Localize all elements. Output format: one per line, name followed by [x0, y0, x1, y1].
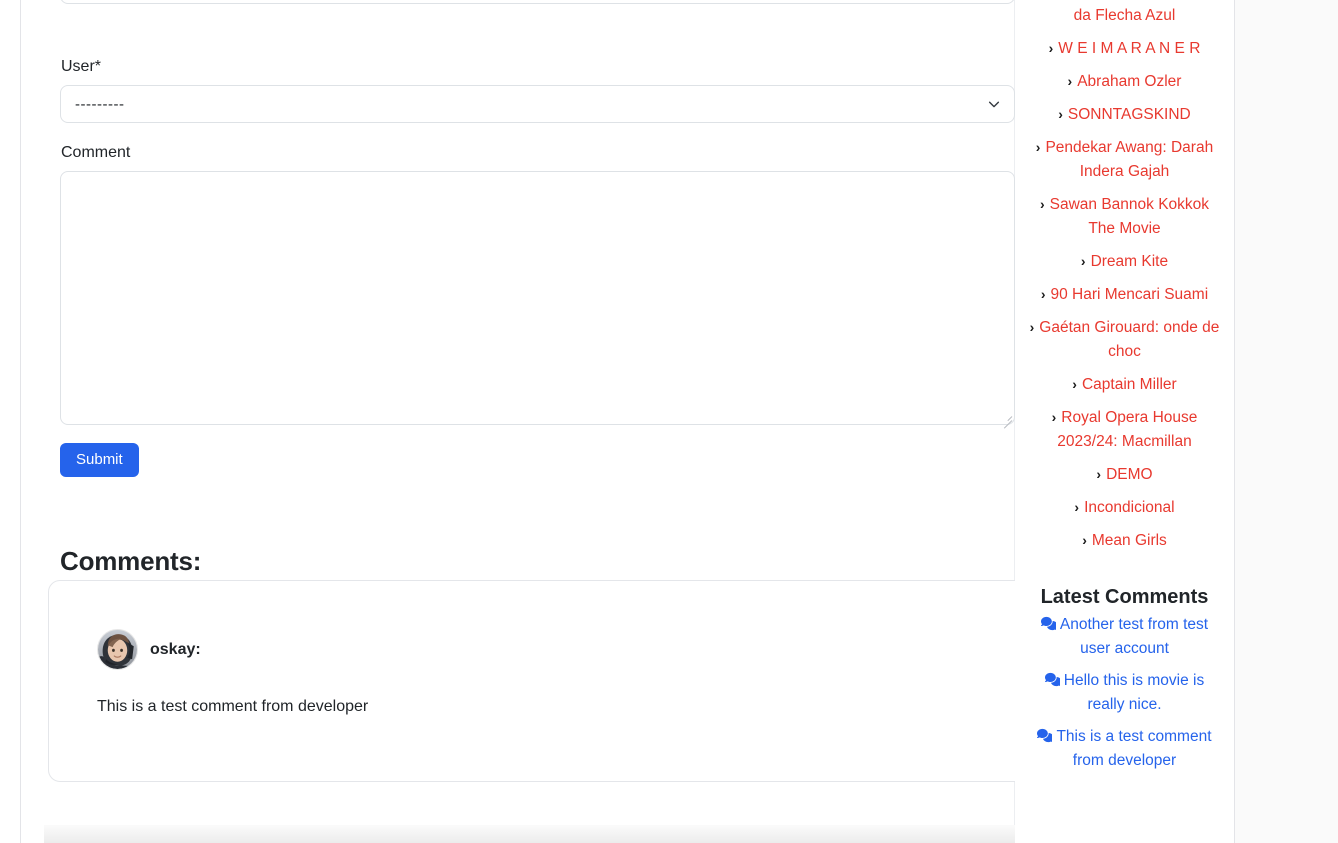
latest-comments-heading: Latest Comments — [1040, 586, 1209, 608]
sidebar: da Flecha Azul › W E I M A R A N E R › Abrah… — [1015, 0, 1234, 843]
chevron-right-icon: › — [1072, 376, 1077, 392]
chevron-right-icon: › — [1058, 106, 1063, 122]
sidebar-nav-link-label: da Flecha Azul — [1073, 7, 1176, 24]
sidebar-nav-item: › Incondicional — [1029, 491, 1220, 524]
sidebar-nav-link[interactable]: › Incondicional — [1029, 491, 1220, 524]
sidebar-nav-link[interactable]: › Captain Miller — [1029, 368, 1220, 401]
comment-field-label: Comment — [61, 144, 131, 161]
latest-comment-link[interactable]: Another test from test user account — [1029, 609, 1220, 665]
latest-comment-label: Hello this is movie is really nice. — [1063, 672, 1205, 713]
sidebar-nav-link[interactable]: da Flecha Azul — [1029, 0, 1220, 32]
sidebar-nav-item: › Abraham Ozler — [1029, 65, 1220, 98]
sidebar-nav-link-label: Captain Miller — [1081, 376, 1177, 393]
sidebar-nav-item: › Captain Miller — [1029, 368, 1220, 401]
sidebar-nav-item: › Mean Girls — [1029, 524, 1220, 557]
sidebar-nav-link-label: W E I M A R A N E R — [1058, 40, 1201, 57]
sidebar-nav-link[interactable]: › Abraham Ozler — [1029, 65, 1220, 98]
sidebar-nav-link-label: Abraham Ozler — [1077, 73, 1182, 90]
chevron-right-icon: › — [1040, 286, 1046, 302]
page-footer-bar — [44, 825, 1037, 843]
sidebar-nav-link-label: Mean Girls — [1091, 532, 1167, 549]
comment-author-name: oskay: — [150, 640, 201, 658]
latest-comment-item: Another test from test user account — [1029, 609, 1220, 665]
chevron-right-icon: › — [1029, 319, 1035, 335]
user-select-wrapper[interactable]: --------- — [60, 85, 1015, 123]
sidebar-nav-item: da Flecha Azul — [1029, 0, 1220, 32]
comment-textarea[interactable] — [60, 171, 1015, 425]
sidebar-nav-link-label: Incondicional — [1084, 499, 1175, 516]
page-gutter-left — [0, 0, 21, 843]
comments-heading: Comments: — [60, 545, 202, 576]
sidebar-nav-link-label: Royal Opera House 2023/24: Macmillan — [1057, 409, 1198, 450]
sidebar-nav-link[interactable]: › Dream Kite — [1029, 245, 1220, 278]
comment-author-row: oskay: — [97, 629, 201, 670]
user-field-label: User* — [61, 58, 102, 75]
sidebar-nav-link[interactable]: › Sawan Bannok Kokkok The Movie — [1029, 188, 1220, 245]
latest-comment-item: This is a test comment from developer — [1029, 721, 1220, 777]
comments-icon — [1044, 672, 1060, 687]
sidebar-nav-link-label: Pendekar Awang: Darah Indera Gajah — [1045, 139, 1214, 180]
sidebar-nav-link-label: 90 Hari Mencari Suami — [1050, 286, 1209, 303]
chevron-right-icon: › — [1082, 532, 1087, 548]
sidebar-nav-item: › Pendekar Awang: Darah Indera Gajah — [1029, 131, 1220, 188]
sidebar-nav-link-label: Gaétan Girouard: onde de choc — [1039, 319, 1220, 360]
chevron-right-icon: › — [1080, 253, 1086, 269]
sidebar-nav-item: › 90 Hari Mencari Suami — [1029, 278, 1220, 311]
sidebar-nav-item: › Royal Opera House 2023/24: Macmillan — [1029, 401, 1220, 458]
sidebar-nav-item: › DEMO — [1029, 458, 1220, 491]
latest-comment-label: Another test from test user account — [1059, 616, 1209, 657]
user-select-value: --------- — [75, 95, 125, 113]
submit-button[interactable]: Submit — [60, 443, 139, 477]
page-root: User* --------- Comment Submit Comments: — [0, 0, 1338, 843]
avatar — [97, 629, 138, 670]
latest-comment-label: This is a test comment from developer — [1056, 728, 1212, 769]
sidebar-nav-list: da Flecha Azul › W E I M A R A N E R › Abrah… — [1029, 0, 1220, 557]
chevron-right-icon: › — [1096, 466, 1102, 482]
latest-comment-item: Hello this is movie is really nice. — [1029, 665, 1220, 721]
sidebar-nav-link[interactable]: › DEMO — [1029, 458, 1220, 491]
sidebar-nav-link-label: SONNTAGSKIND — [1067, 106, 1191, 123]
sidebar-nav-link[interactable]: › Mean Girls — [1029, 524, 1220, 557]
comment-body-text: This is a test comment from developer — [97, 698, 369, 715]
sidebar-nav-item: › SONNTAGSKIND — [1029, 98, 1220, 131]
latest-comment-link[interactable]: Hello this is movie is really nice. — [1029, 665, 1220, 721]
sidebar-nav-link[interactable]: › SONNTAGSKIND — [1029, 98, 1220, 131]
sidebar-nav-link[interactable]: › 90 Hari Mencari Suami — [1029, 278, 1220, 311]
comment-card: oskay: This is a test comment from devel… — [48, 580, 1027, 782]
sidebar-nav-link[interactable]: › Gaétan Girouard: onde de choc — [1029, 311, 1220, 368]
chevron-right-icon: › — [1035, 139, 1041, 155]
page-gutter-right — [1234, 0, 1338, 843]
sidebar-nav-item: › Sawan Bannok Kokkok The Movie — [1029, 188, 1220, 245]
sidebar-nav-link-label: DEMO — [1106, 466, 1153, 483]
chevron-right-icon: › — [1051, 409, 1057, 425]
sidebar-nav-item: › W E I M A R A N E R — [1029, 32, 1220, 65]
sidebar-nav-link[interactable]: › W E I M A R A N E R — [1029, 32, 1220, 65]
latest-comment-link[interactable]: This is a test comment from developer — [1029, 721, 1220, 777]
comments-icon — [1037, 728, 1053, 743]
sidebar-nav-link[interactable]: › Royal Opera House 2023/24: Macmillan — [1029, 401, 1220, 458]
comments-icon — [1040, 616, 1056, 631]
sidebar-nav-item: › Gaétan Girouard: onde de choc — [1029, 311, 1220, 368]
sidebar-nav-item: › Dream Kite — [1029, 245, 1220, 278]
latest-comments-list: Another test from test user account Hello… — [1029, 609, 1220, 777]
chevron-right-icon: › — [1067, 73, 1073, 89]
sidebar-nav-link-label: Sawan Bannok Kokkok The Movie — [1049, 196, 1210, 237]
chevron-right-icon: › — [1074, 499, 1080, 515]
chevron-right-icon: › — [1048, 40, 1054, 56]
sidebar-nav-link-label: Dream Kite — [1090, 253, 1169, 270]
chevron-right-icon: › — [1039, 196, 1045, 212]
main-content-column: User* --------- Comment Submit Comments: — [22, 0, 1037, 843]
previous-form-field-truncated[interactable] — [60, 0, 1015, 4]
user-select[interactable]: --------- — [60, 85, 1015, 123]
sidebar-nav-link[interactable]: › Pendekar Awang: Darah Indera Gajah — [1029, 131, 1220, 188]
